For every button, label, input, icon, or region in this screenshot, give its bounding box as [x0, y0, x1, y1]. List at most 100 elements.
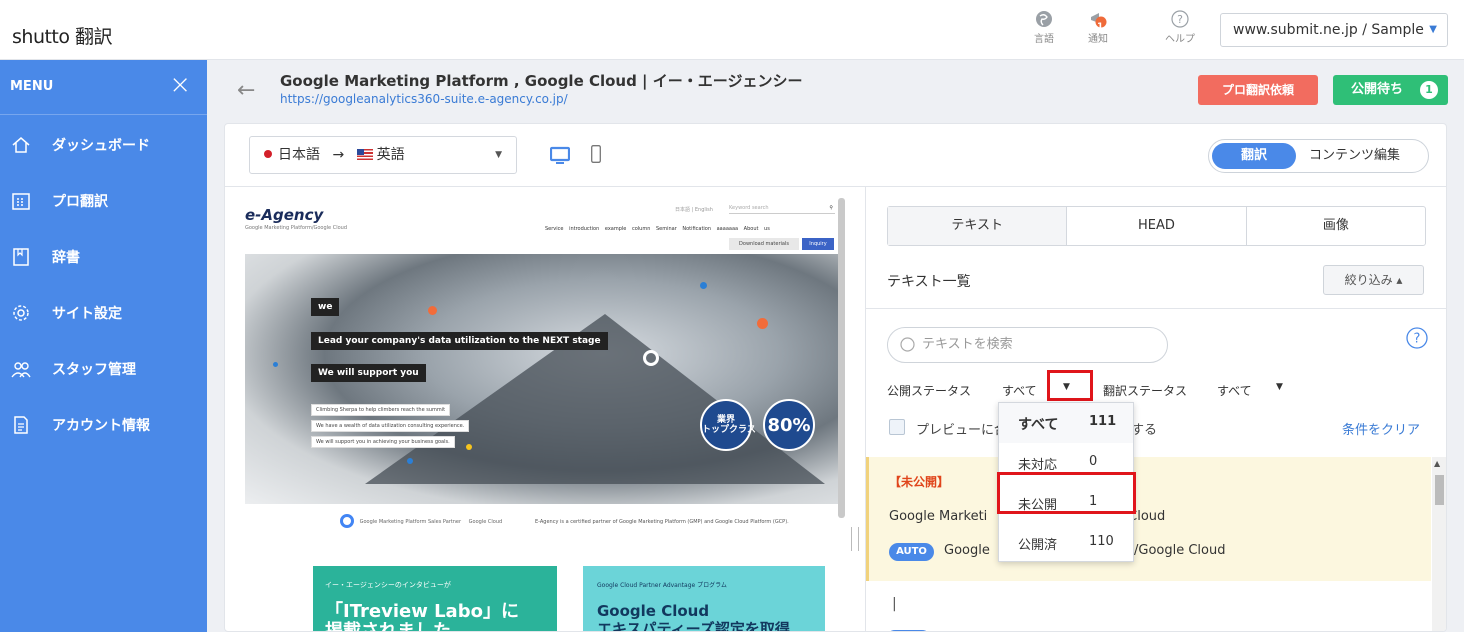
list-scrollbar-thumb[interactable] [1435, 475, 1444, 505]
preview-logo: e-Agency [245, 206, 324, 224]
question-icon: ? [1171, 10, 1189, 28]
tab-text[interactable]: テキスト [888, 207, 1068, 245]
search-icon [900, 337, 915, 352]
gmp-logo-icon [340, 514, 354, 528]
people-icon [11, 362, 31, 378]
publish-status-value[interactable]: すべて [1002, 382, 1037, 399]
hero-tag-we: we [311, 298, 340, 316]
site-preview[interactable]: e-Agency Google Marketing Platform/Googl… [245, 198, 843, 632]
divider [866, 308, 1446, 309]
notification-menu[interactable]: 1 通知 [1078, 10, 1118, 45]
translation-status-label: 翻訳ステータス [1103, 384, 1188, 398]
language-menu[interactable]: 言語 [1024, 10, 1064, 45]
us-flag-icon [356, 149, 373, 160]
document-icon [14, 416, 28, 434]
site-select-value: www.submit.ne.jp / Sample [1233, 22, 1424, 38]
dropdown-option-all[interactable]: すべて 111 [999, 403, 1133, 443]
book-icon [13, 248, 29, 266]
mode-translate-button[interactable]: 翻訳 [1212, 143, 1296, 169]
search-icon: ⚲ [829, 205, 833, 211]
item-translation-text-tail: /Google Cloud [1134, 543, 1226, 558]
sidebar-item-pro-translation[interactable]: プロ翻訳 [0, 181, 207, 237]
chevron-down-icon[interactable]: ▼ [1276, 382, 1283, 392]
badge-percent-text: 80% [767, 415, 811, 436]
preview-search-placeholder: Keyword search [729, 205, 769, 211]
mode-toggle: 翻訳 コンテンツ編集 [1208, 139, 1429, 173]
content-tabs: テキスト HEAD 画像 [887, 206, 1426, 246]
sidebar-item-dictionary[interactable]: 辞書 [0, 237, 207, 293]
text-list-title: テキスト一覧 [887, 274, 971, 290]
option-count: 111 [1089, 414, 1117, 429]
hero-tag-support: We will support you [311, 364, 426, 382]
preview-checkbox-label: プレビューに合 [916, 423, 1008, 438]
sidebar-item-label: サイト設定 [52, 306, 122, 322]
mode-content-edit-button[interactable]: コンテンツ編集 [1309, 140, 1400, 172]
close-icon[interactable]: × [169, 72, 191, 98]
gmp-partner-text: Google Marketing Platform Sales Partner [359, 518, 462, 525]
app-logo[interactable]: shutto 翻訳 [12, 22, 113, 49]
hero-small-1: Climbing Sherpa to help climbers reach t… [311, 404, 451, 416]
sidebar-item-dashboard[interactable]: ダッシュボード [0, 125, 207, 181]
translation-status-value[interactable]: すべて [1217, 382, 1252, 399]
preview-checkbox[interactable] [889, 419, 905, 435]
split-drag-handle[interactable] [851, 527, 859, 551]
list-item[interactable]: | [866, 582, 1431, 631]
preview-scrollbar[interactable] [838, 198, 845, 518]
partner-logos: Google Marketing Platform Sales Partner … [340, 514, 520, 544]
hero-badge-top-class: 業界 トップクラス [700, 399, 756, 451]
scroll-up-icon[interactable]: ▲ [1434, 459, 1440, 468]
sidebar-item-account[interactable]: アカウント情報 [0, 405, 207, 461]
sidebar-item-label: ダッシュボード [52, 138, 150, 154]
filter-button[interactable]: 絞り込み ▴ [1323, 265, 1424, 295]
card1-title: 「ITreview Labo」に 掲載されました [325, 601, 519, 632]
publish-status-label: 公開ステータス [887, 384, 972, 398]
japan-flag-icon [264, 150, 272, 158]
sidebar: MENU × ダッシュボード プロ翻訳 辞書 サイト設定 スタッフ管理 アカウン… [0, 60, 207, 632]
page-url[interactable]: https://googleanalytics360-suite.e-agenc… [280, 92, 568, 106]
svg-text:?: ? [1414, 332, 1421, 347]
site-select[interactable]: www.submit.ne.jp / Sample ▼ [1220, 13, 1448, 47]
hero-small-2: We have a wealth of data utilization con… [311, 420, 470, 432]
partner-description: E-Agency is a certified partner of Googl… [535, 519, 789, 525]
decor-dot [700, 282, 707, 289]
globe-icon [1036, 11, 1052, 27]
tab-image[interactable]: 画像 [1247, 207, 1425, 245]
desktop-icon[interactable] [550, 146, 570, 166]
pro-translation-request-button[interactable]: プロ翻訳依頼 [1198, 75, 1318, 105]
preview-lang-links: 日本語 | English [675, 207, 713, 213]
publish-pending-button[interactable]: 公開待ち 1 [1333, 75, 1448, 105]
highlight-annotation [1047, 370, 1093, 401]
chevron-down-icon: ▼ [495, 150, 502, 160]
tab-head[interactable]: HEAD [1067, 207, 1247, 245]
text-panel: テキスト HEAD 画像 テキスト一覧 絞り込み ▴ テキストを検索 ? 公開ス… [866, 187, 1446, 631]
option-label: 未対応 [1018, 458, 1058, 473]
preview-checkbox-label-tail: する [1131, 423, 1158, 438]
preview-card-itreview: イー・エージェンシーのインタビューが 「ITreview Labo」に 掲載され… [313, 566, 557, 632]
card1-subtitle: イー・エージェンシーのインタビューが [325, 581, 451, 589]
decor-dot [757, 318, 768, 329]
help-menu[interactable]: ? ヘルプ [1160, 10, 1200, 45]
language-arrow: → [332, 147, 345, 163]
back-arrow-icon[interactable]: ← [237, 78, 255, 103]
clear-conditions-link[interactable]: 条件をクリア [1342, 419, 1420, 438]
main-area: ← Google Marketing Platform , Google Clo… [207, 60, 1464, 632]
question-icon[interactable]: ? [1406, 327, 1428, 349]
notification-label: 通知 [1088, 34, 1108, 45]
preview-card-google-cloud: Google Cloud Partner Advantage プログラム Goo… [583, 566, 825, 632]
preview-nav: Service introduction example column Semi… [545, 226, 770, 232]
option-label: 公開済 [1018, 538, 1058, 553]
sidebar-item-staff[interactable]: スタッフ管理 [0, 349, 207, 405]
calendar-icon [12, 193, 30, 210]
list-item[interactable]: 【未公開】 Google Marketi e Cloud AUTO Google… [866, 457, 1431, 581]
card2-title: Google Cloud エキスパティーズ認定を取得 [597, 602, 790, 632]
text-search-input[interactable]: テキストを検索 [887, 327, 1168, 363]
sidebar-item-site-settings[interactable]: サイト設定 [0, 293, 207, 349]
chevron-down-icon: ▼ [1429, 24, 1437, 35]
help-label: ヘルプ [1165, 34, 1195, 45]
decor-dot [407, 458, 413, 464]
house-icon [12, 137, 30, 153]
mobile-icon[interactable] [591, 145, 601, 163]
language-pair-select[interactable]: 日本語 → 英語 ▼ [249, 136, 517, 174]
hero-tag-lead: Lead your company's data utilization to … [311, 332, 608, 350]
dropdown-option-published[interactable]: 公開済 110 [999, 523, 1133, 563]
